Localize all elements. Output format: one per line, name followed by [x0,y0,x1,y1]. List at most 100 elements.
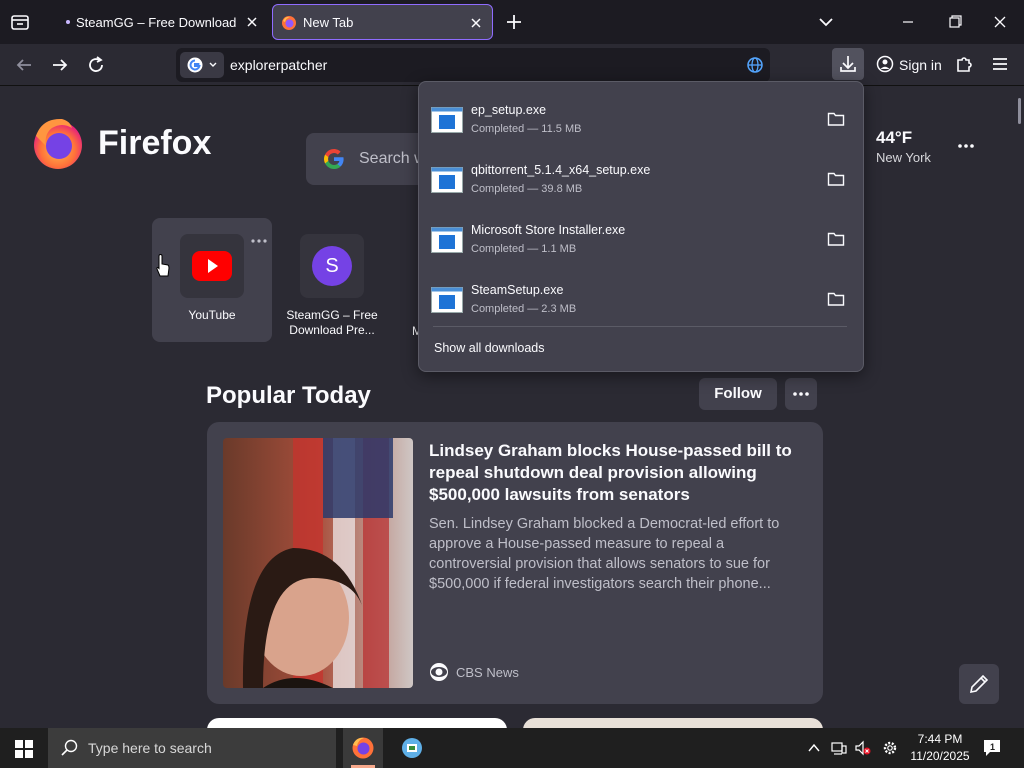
exe-file-icon [431,167,463,193]
exe-file-icon [431,107,463,133]
youtube-icon [192,251,232,281]
close-tab-icon[interactable] [244,14,260,30]
download-item[interactable]: ep_setup.exe Completed — 11.5 MB [419,86,863,146]
chevron-up-icon[interactable] [806,740,822,756]
download-filename: Microsoft Store Installer.exe [471,223,626,237]
story-card-next[interactable] [207,718,507,728]
weather-city: New York [876,150,931,165]
download-filename: SteamSetup.exe [471,283,564,297]
download-filename: qbittorrent_5.1.4_x64_setup.exe [471,163,651,177]
customize-button[interactable] [959,664,999,704]
folder-icon[interactable] [827,231,845,247]
scrollbar-thumb[interactable] [1018,98,1021,124]
story-headline[interactable]: Lindsey Graham blocks House-passed bill … [429,440,799,506]
show-all-downloads-link[interactable]: Show all downloads [434,341,545,355]
restore-icon [949,15,962,28]
story-card[interactable]: Lindsey Graham blocks House-passed bill … [207,422,823,704]
weather-options-button[interactable] [954,136,978,156]
restore-button[interactable] [942,10,966,34]
google-icon [324,149,344,169]
app-menu-button[interactable] [988,52,1012,76]
settings-gear-icon[interactable] [882,740,898,756]
action-center-button[interactable]: 1 [982,738,1004,758]
tab-strip: SteamGG – Free Download Pre- New Tab [0,0,1024,44]
plus-icon [507,15,521,29]
follow-button[interactable]: Follow [699,378,777,410]
shortcut-tile: S [300,234,364,298]
download-item[interactable]: Microsoft Store Installer.exe Completed … [419,206,863,266]
panel-divider [433,326,847,327]
section-options-button[interactable] [785,378,817,410]
folder-icon[interactable] [827,111,845,127]
search-icon [61,739,78,756]
puzzle-piece-icon [957,57,972,72]
exe-file-icon [431,227,463,253]
list-all-tabs-button[interactable] [814,10,838,34]
url-input[interactable]: explorerpatcher [230,57,327,73]
story-card-next[interactable] [523,718,823,728]
taskbar-search-placeholder: Type here to search [88,740,212,756]
cbs-eye-icon [430,663,448,681]
download-item[interactable]: SteamSetup.exe Completed — 2.3 MB [419,266,863,326]
minimize-button[interactable] [896,10,920,34]
address-bar[interactable]: explorerpatcher [176,48,770,82]
minimize-icon [903,21,913,23]
section-title: Popular Today [206,382,371,409]
taskbar-control-panel[interactable] [392,728,432,768]
tab-new-tab[interactable]: New Tab [272,4,493,40]
reload-button[interactable] [84,53,108,77]
downloads-panel: ep_setup.exe Completed — 11.5 MB qbittor… [418,81,864,372]
tab-title: SteamGG – Free Download Pre- [76,14,238,30]
windows-taskbar: Type here to search 7:44 PM 11/20/2025 1 [0,728,1024,768]
notification-count: 1 [990,742,996,752]
shortcut-label: SteamGG – Free Download Pre... [286,308,378,337]
folder-icon[interactable] [827,291,845,307]
firefox-wordmark: Firefox [98,124,212,162]
translate-globe-icon[interactable] [746,56,764,74]
search-placeholder: Search w [359,150,426,167]
sign-in-label: Sign in [899,57,942,73]
shortcut-tile [180,234,244,298]
forward-button[interactable] [48,53,72,77]
close-tab-icon[interactable] [468,15,484,31]
shortcut-label: YouTube [188,308,236,322]
shortcut-more-icon[interactable] [250,236,268,246]
new-tab-button[interactable] [502,10,526,34]
firefox-view-icon [11,15,29,30]
taskbar-search-box[interactable]: Type here to search [48,728,336,768]
download-item[interactable]: qbittorrent_5.1.4_x64_setup.exe Complete… [419,146,863,206]
search-engine-button[interactable] [180,52,224,78]
back-button[interactable] [12,53,36,77]
shortcut-steamgg[interactable]: S SteamGG – Free Download Pre... [272,218,392,342]
volume-muted-icon[interactable] [855,740,871,756]
letter-avatar: S [312,246,352,286]
download-status: Completed — 39.8 MB [471,183,583,195]
chevron-down-icon [819,18,833,27]
taskbar-firefox[interactable] [343,728,383,768]
tab-steamgg[interactable]: SteamGG – Free Download Pre- [46,4,268,40]
chevron-down-icon [209,62,217,67]
firefox-favicon-icon [282,16,296,30]
navigation-toolbar: explorerpatcher Sign in [0,44,1024,86]
close-icon [994,16,1006,28]
sign-in-button[interactable]: Sign in [870,48,944,80]
start-button[interactable] [14,739,34,759]
extensions-button[interactable] [952,52,976,76]
shortcut-youtube[interactable]: YouTube [152,218,272,342]
firefox-view-button[interactable] [8,10,32,34]
close-window-button[interactable] [988,10,1012,34]
download-status: Completed — 11.5 MB [471,123,582,135]
firefox-icon [352,737,374,759]
network-icon[interactable] [831,740,847,756]
story-thumbnail [223,438,413,688]
more-horizontal-icon [958,144,974,148]
arrow-right-icon [53,59,68,71]
windows-logo-icon [15,740,33,758]
account-icon [876,55,894,73]
downloads-button[interactable] [832,48,864,80]
taskbar-clock[interactable]: 7:44 PM 11/20/2025 [906,731,974,765]
download-icon [840,56,856,72]
unread-dot-icon [66,20,70,24]
download-filename: ep_setup.exe [471,103,547,117]
folder-icon[interactable] [827,171,845,187]
